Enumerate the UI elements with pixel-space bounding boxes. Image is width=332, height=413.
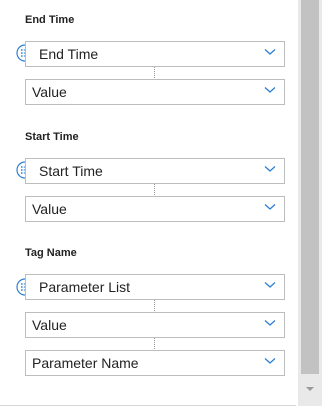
start-time-parameter-value: Start Time — [39, 163, 103, 179]
chevron-down-icon[interactable] — [264, 317, 276, 329]
tag-name-section-title: Tag Name — [25, 247, 77, 259]
chevron-down-icon[interactable] — [264, 201, 276, 213]
tag-name-parameter-value: Parameter List — [39, 279, 131, 295]
parameter-panel: End Time End Time Value Start Time Start… — [0, 0, 296, 406]
chevron-down-icon[interactable] — [264, 46, 276, 58]
scrollbar-thumb[interactable] — [301, 0, 319, 374]
tag-name-parameter-dropdown[interactable]: Parameter List — [25, 274, 285, 300]
end-time-parameter-value: End Time — [39, 46, 99, 62]
chevron-down-icon[interactable] — [264, 84, 276, 96]
vertical-scrollbar[interactable] — [298, 0, 322, 406]
start-time-value-dropdown[interactable]: Value — [25, 196, 285, 222]
end-time-value-dropdown[interactable]: Value — [25, 79, 285, 105]
end-time-parameter-dropdown[interactable]: End Time — [25, 41, 285, 67]
chevron-down-icon[interactable] — [264, 279, 276, 291]
start-time-parameter-dropdown[interactable]: Start Time — [25, 158, 285, 184]
tag-name-value-label: Value — [32, 317, 67, 333]
tag-name-parameter-name-dropdown[interactable]: Parameter Name — [25, 350, 285, 376]
chevron-down-icon[interactable] — [264, 163, 276, 175]
chevron-down-icon[interactable] — [264, 355, 276, 367]
tag-name-parameter-name-label: Parameter Name — [32, 355, 139, 371]
start-time-value-label: Value — [32, 201, 67, 217]
end-time-value-label: Value — [32, 84, 67, 100]
scroll-down-arrow-icon[interactable] — [302, 383, 318, 395]
start-time-section-title: Start Time — [25, 131, 79, 143]
tag-name-value-dropdown[interactable]: Value — [25, 312, 285, 338]
end-time-section-title: End Time — [25, 14, 75, 26]
